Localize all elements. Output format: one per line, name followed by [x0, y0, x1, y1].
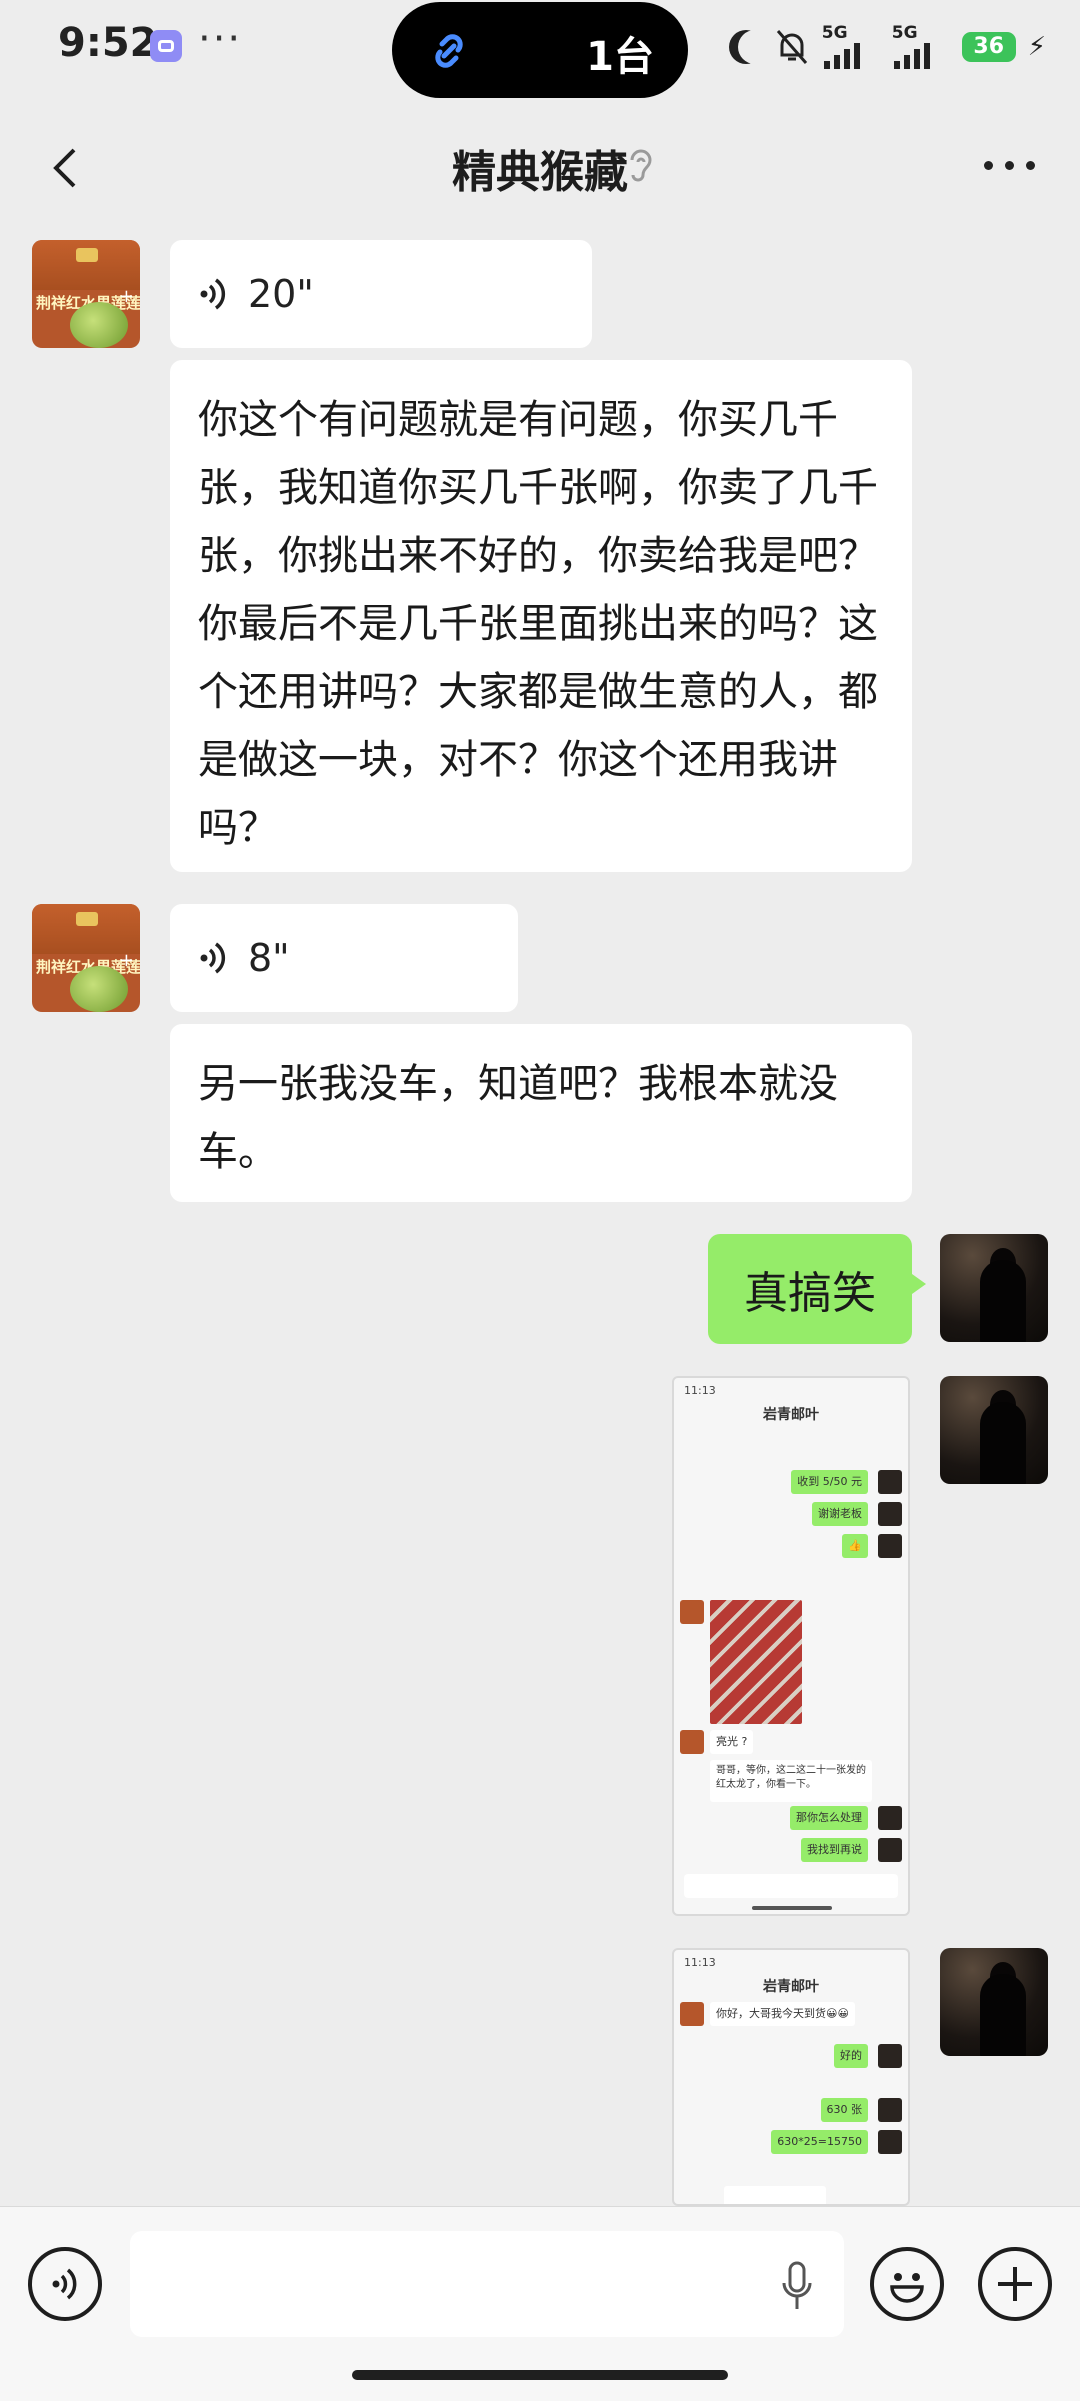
signal-5g-2-icon: 5G — [892, 23, 950, 69]
voice-input-button[interactable] — [28, 2247, 102, 2321]
signal-5g-1-icon: 5G — [822, 23, 880, 69]
emoji-button[interactable] — [870, 2247, 944, 2321]
text-message[interactable]: 另一张我没车，知道吧？我根本就没车。 — [170, 1024, 912, 1202]
link-icon — [435, 34, 463, 68]
chat-header: 精典猴藏 — [0, 100, 1080, 236]
text-message[interactable]: 你这个有问题就是有问题，你买几千张，我知道你买几千张啊，你卖了几千张，你挑出来不… — [170, 360, 912, 872]
voice-message[interactable]: 20" — [170, 240, 592, 348]
bell-muted-icon — [776, 30, 807, 64]
sent-image-message[interactable]: 11:13 岩青邮叶 收到 5/50 元 谢谢老板 👍 亮光 ? 哥哥，等你，这… — [672, 1376, 910, 1916]
status-more-icon: ··· — [198, 16, 243, 62]
voice-wave-icon — [200, 942, 226, 974]
smiley-icon — [890, 2273, 924, 2303]
status-icons: 5G 5G 36 ⚡ — [728, 22, 1046, 72]
avatar-self[interactable] — [940, 1376, 1048, 1484]
status-bar: 9:52 ··· 1台 5G 5G 36 ⚡ — [0, 0, 1080, 100]
charging-icon: ⚡ — [1027, 32, 1046, 62]
more-options-icon[interactable] — [984, 158, 1036, 172]
voice-message[interactable]: 8" — [170, 904, 518, 1012]
microphone-icon[interactable] — [780, 2261, 814, 2311]
battery-icon: 36 — [961, 32, 1016, 62]
ear-icon — [630, 149, 652, 182]
notification-app-icon — [150, 30, 182, 62]
voice-wave-icon — [52, 2268, 77, 2300]
status-time: 9:52 — [58, 20, 158, 66]
voice-duration: 8" — [248, 936, 290, 980]
avatar-other[interactable]: 荆祥红水果莲莲 + — [32, 904, 140, 1012]
avatar-self[interactable] — [940, 1234, 1048, 1342]
sent-image-message[interactable]: 11:13 岩青邮叶 你好，大哥我今天到货😀😀 好的 630 张 630*25=… — [672, 1948, 910, 2206]
sent-text-message[interactable]: 真搞笑 — [708, 1234, 926, 1344]
avatar-other[interactable]: 荆祥红水果莲莲 + — [32, 240, 140, 348]
avatar-self[interactable] — [940, 1948, 1048, 2056]
voice-duration: 20" — [248, 272, 314, 316]
moon-icon — [738, 30, 772, 64]
home-indicator[interactable] — [352, 2370, 728, 2380]
message-input[interactable] — [130, 2231, 844, 2337]
island-label: 1台 — [586, 34, 654, 80]
chat-title: 精典猴藏 — [452, 147, 628, 198]
add-button[interactable] — [978, 2247, 1052, 2321]
plus-icon — [998, 2267, 1032, 2301]
dynamic-island[interactable]: 1台 — [392, 2, 688, 98]
voice-wave-icon — [200, 278, 226, 310]
